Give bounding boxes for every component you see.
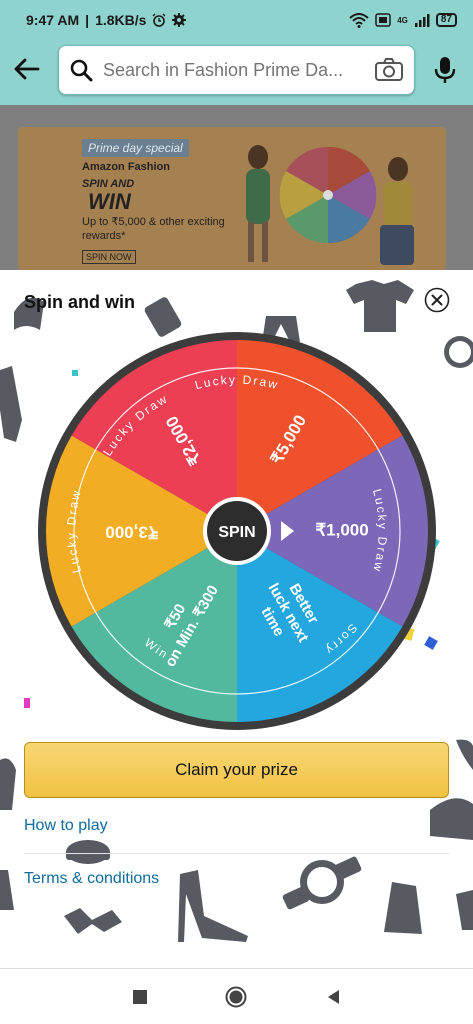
status-time: 9:47 AM [26,12,80,28]
divider [24,853,449,854]
battery-indicator: 87 [435,13,457,27]
claim-prize-button[interactable]: Claim your prize [24,742,449,798]
dimmed-page-overlay: Prime day special Amazon Fashion SPIN AN… [0,105,473,270]
system-nav-bar [0,968,473,1024]
alarm-icon [152,13,166,27]
banner-line2: WIN [88,189,131,214]
search-icon [70,59,93,82]
banner-rewards: Up to ₹5,000 & other exciting rewards* [82,216,225,242]
banner-cta[interactable]: SPIN NOW [82,250,136,264]
gear-icon [172,13,187,27]
close-icon[interactable] [424,287,450,313]
search-header [0,40,473,105]
net-speed: 1.8KB/s [95,12,147,28]
segment-label-1000: ₹1,000 [315,520,368,539]
search-bar[interactable] [58,45,415,95]
camera-icon[interactable] [374,58,404,82]
banner-brand: Amazon Fashion [82,161,171,173]
banner-tag: Prime day special [82,139,189,157]
volte-icon [375,13,391,27]
segment-label-3000: ₹3,000 [105,523,158,542]
network-badge: 4G [397,15,408,25]
sheet-title: Spin and win [24,292,135,312]
prize-wheel[interactable]: Lucky Draw Lucky Draw Sorry Win Lucky Dr… [37,331,437,731]
how-to-play-link[interactable]: How to play [24,817,108,835]
back-arrow-icon[interactable] [12,54,42,84]
spin-button-label: SPIN [218,524,255,541]
status-separator: | [85,12,90,28]
banner-illustration [246,145,414,265]
recents-square-icon[interactable] [128,985,152,1009]
terms-link[interactable]: Terms & conditions [24,870,159,888]
signal-icon [414,14,430,27]
search-input[interactable] [103,59,363,81]
spin-and-win-sheet: Spin and win Lucky Draw Lucky Draw Sorry… [0,270,473,968]
status-left: 9:47 AM | 1.8KB/s [26,12,187,28]
back-triangle-icon[interactable] [322,985,346,1009]
wifi-icon [349,13,369,28]
home-circle-icon[interactable] [224,985,248,1009]
status-bar: 9:47 AM | 1.8KB/s 4G 87 [0,0,473,40]
status-right: 4G 87 [349,12,457,28]
promo-banner[interactable]: Prime day special Amazon Fashion SPIN AN… [18,127,446,270]
mic-icon[interactable] [432,55,458,85]
